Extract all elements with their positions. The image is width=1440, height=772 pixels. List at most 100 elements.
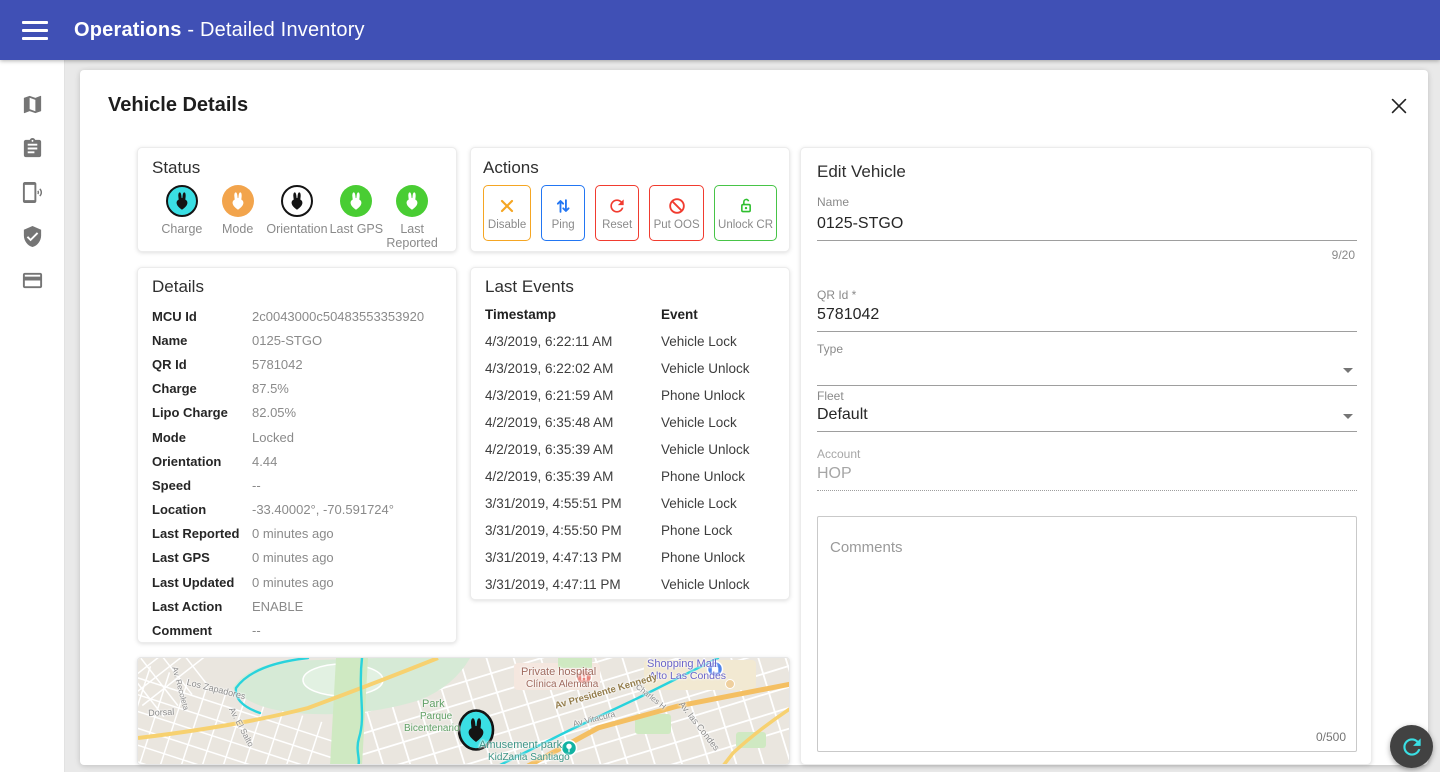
- status-charge: Charge: [154, 185, 210, 251]
- event-row: 4/2/2019, 6:35:39 AMVehicle Unlock: [485, 436, 775, 463]
- map-label: Parque: [420, 712, 452, 722]
- events-header: Timestamp Event: [485, 307, 775, 322]
- detail-row-charge: Charge87.5%: [152, 377, 442, 401]
- close-icon: [1388, 95, 1410, 117]
- vehicle-details-panel: Vehicle Details Status Charge Mode Orien…: [80, 70, 1428, 765]
- account-field-label: Account: [817, 447, 860, 461]
- event-row: 4/3/2019, 6:21:59 AMPhone Unlock: [485, 382, 775, 409]
- arrows-up-down-icon: [553, 196, 573, 216]
- sidebar-item-payments[interactable]: [12, 258, 52, 302]
- event-row: 3/31/2019, 4:55:51 PMVehicle Lock: [485, 490, 775, 517]
- status-title: Status: [152, 158, 442, 178]
- detail-row-qr-id: QR Id5781042: [152, 352, 442, 376]
- close-button[interactable]: [1386, 94, 1412, 120]
- charge-bunny-icon: [166, 185, 198, 217]
- chevron-down-icon: [1343, 368, 1353, 373]
- reset-button[interactable]: Reset: [595, 185, 639, 241]
- refresh-icon: [607, 196, 627, 216]
- status-orientation: Orientation: [266, 185, 329, 251]
- chevron-down-icon: [1343, 414, 1353, 419]
- comments-textarea[interactable]: [818, 517, 1356, 751]
- details-card: Details MCU Id2c0043000c50483553353920 N…: [137, 267, 457, 643]
- detail-row-last-gps: Last GPS0 minutes ago: [152, 546, 442, 570]
- detail-row-last-updated: Last Updated0 minutes ago: [152, 570, 442, 594]
- event-row: 3/31/2019, 4:47:13 PMPhone Unlock: [485, 544, 775, 571]
- name-field-label: Name: [817, 195, 849, 209]
- map-label: Private hospital: [521, 667, 596, 678]
- menu-icon[interactable]: [12, 10, 58, 50]
- orientation-bunny-icon: [281, 185, 313, 217]
- detail-row-lipo-charge: Lipo Charge82.05%: [152, 401, 442, 425]
- detail-row-mcu-id: MCU Id2c0043000c50483553353920: [152, 304, 442, 328]
- last-events-title: Last Events: [485, 277, 775, 297]
- map-label: Shopping Mall: [647, 659, 717, 670]
- detail-row-mode: ModeLocked: [152, 425, 442, 449]
- put-oos-button[interactable]: Put OOS: [649, 185, 704, 241]
- x-icon: [497, 196, 517, 216]
- edit-vehicle-title: Edit Vehicle: [817, 162, 906, 182]
- last-gps-bunny-icon: [340, 185, 372, 217]
- sidebar-item-devices[interactable]: [12, 170, 52, 214]
- details-title: Details: [152, 277, 442, 297]
- lock-open-icon: [736, 196, 756, 216]
- comments-box: 0/500: [817, 516, 1357, 752]
- ping-button[interactable]: Ping: [541, 185, 585, 241]
- map-icon: [21, 93, 44, 116]
- fleet-field-label: Fleet: [817, 389, 844, 403]
- comments-char-counter: 0/500: [1316, 730, 1346, 744]
- page-title: Operations - Detailed Inventory: [74, 19, 365, 42]
- actions-card: Actions Disable Ping Reset Put OOS Unloc…: [470, 147, 790, 252]
- status-last-gps: Last GPS: [328, 185, 384, 251]
- refresh-fab[interactable]: [1390, 725, 1433, 768]
- fleet-select[interactable]: Default: [817, 406, 1357, 432]
- disable-button[interactable]: Disable: [483, 185, 531, 241]
- map-label: Clínica Alemana: [526, 680, 598, 690]
- map-label: Bicentenario: [404, 724, 460, 734]
- map-label: Dorsal: [148, 708, 174, 718]
- status-last-reported: Last Reported: [384, 185, 440, 251]
- last-events-card: Last Events Timestamp Event 4/3/2019, 6:…: [470, 267, 790, 600]
- account-field-disabled: HOP: [817, 465, 1357, 491]
- vehicle-location-map[interactable]: H Dorsal Av. Recoleta Los Zapadores Av. …: [137, 657, 790, 765]
- detail-row-speed: Speed--: [152, 473, 442, 497]
- sidebar-item-map[interactable]: [12, 82, 52, 126]
- shield-check-icon: [21, 225, 44, 248]
- map-label: Amusement park: [479, 740, 562, 751]
- actions-title: Actions: [483, 158, 777, 178]
- name-field[interactable]: [817, 215, 1357, 241]
- status-mode: Mode: [210, 185, 266, 251]
- event-row: 4/2/2019, 6:35:39 AMPhone Unlock: [485, 463, 775, 490]
- qr-id-field[interactable]: [817, 306, 1357, 332]
- event-row: 4/3/2019, 6:22:02 AMVehicle Unlock: [485, 355, 775, 382]
- detail-row-orientation: Orientation4.44: [152, 449, 442, 473]
- map-label: Park: [422, 699, 445, 710]
- detail-row-last-reported: Last Reported0 minutes ago: [152, 522, 442, 546]
- edit-vehicle-card: Edit Vehicle Name 9/20 QR Id * Type Flee…: [800, 147, 1372, 765]
- panel-title: Vehicle Details: [108, 94, 248, 117]
- block-icon: [667, 196, 687, 216]
- unlock-cr-button[interactable]: Unlock CR: [714, 185, 777, 241]
- event-row: 4/2/2019, 6:35:48 AMVehicle Lock: [485, 409, 775, 436]
- phone-ring-icon: [21, 181, 44, 204]
- qr-id-field-label: QR Id *: [817, 288, 856, 302]
- sidebar-item-security[interactable]: [12, 214, 52, 258]
- status-card: Status Charge Mode Orientation Last GPS …: [137, 147, 457, 252]
- map-label: Alto Las Condes: [649, 671, 726, 682]
- event-row: 3/31/2019, 4:47:11 PMVehicle Unlock: [485, 571, 775, 598]
- app-header: Operations - Detailed Inventory: [0, 0, 1440, 60]
- event-row: 4/3/2019, 6:22:11 AMVehicle Lock: [485, 328, 775, 355]
- event-row: 3/31/2019, 4:55:50 PMPhone Lock: [485, 517, 775, 544]
- credit-card-icon: [21, 269, 44, 292]
- name-char-counter: 9/20: [1332, 248, 1355, 262]
- type-field-label: Type: [817, 342, 843, 356]
- sidebar-item-tasks[interactable]: [12, 126, 52, 170]
- map-label: KidZania Santiago: [488, 753, 570, 763]
- detail-row-last-action: Last ActionENABLE: [152, 594, 442, 618]
- detail-row-location: Location-33.40002°, -70.591724°: [152, 498, 442, 522]
- last-reported-bunny-icon: [396, 185, 428, 217]
- detail-row-comment: Comment--: [152, 618, 442, 642]
- refresh-icon: [1399, 734, 1425, 760]
- clipboard-icon: [21, 137, 44, 160]
- mode-bunny-icon: [222, 185, 254, 217]
- type-select[interactable]: [817, 360, 1357, 386]
